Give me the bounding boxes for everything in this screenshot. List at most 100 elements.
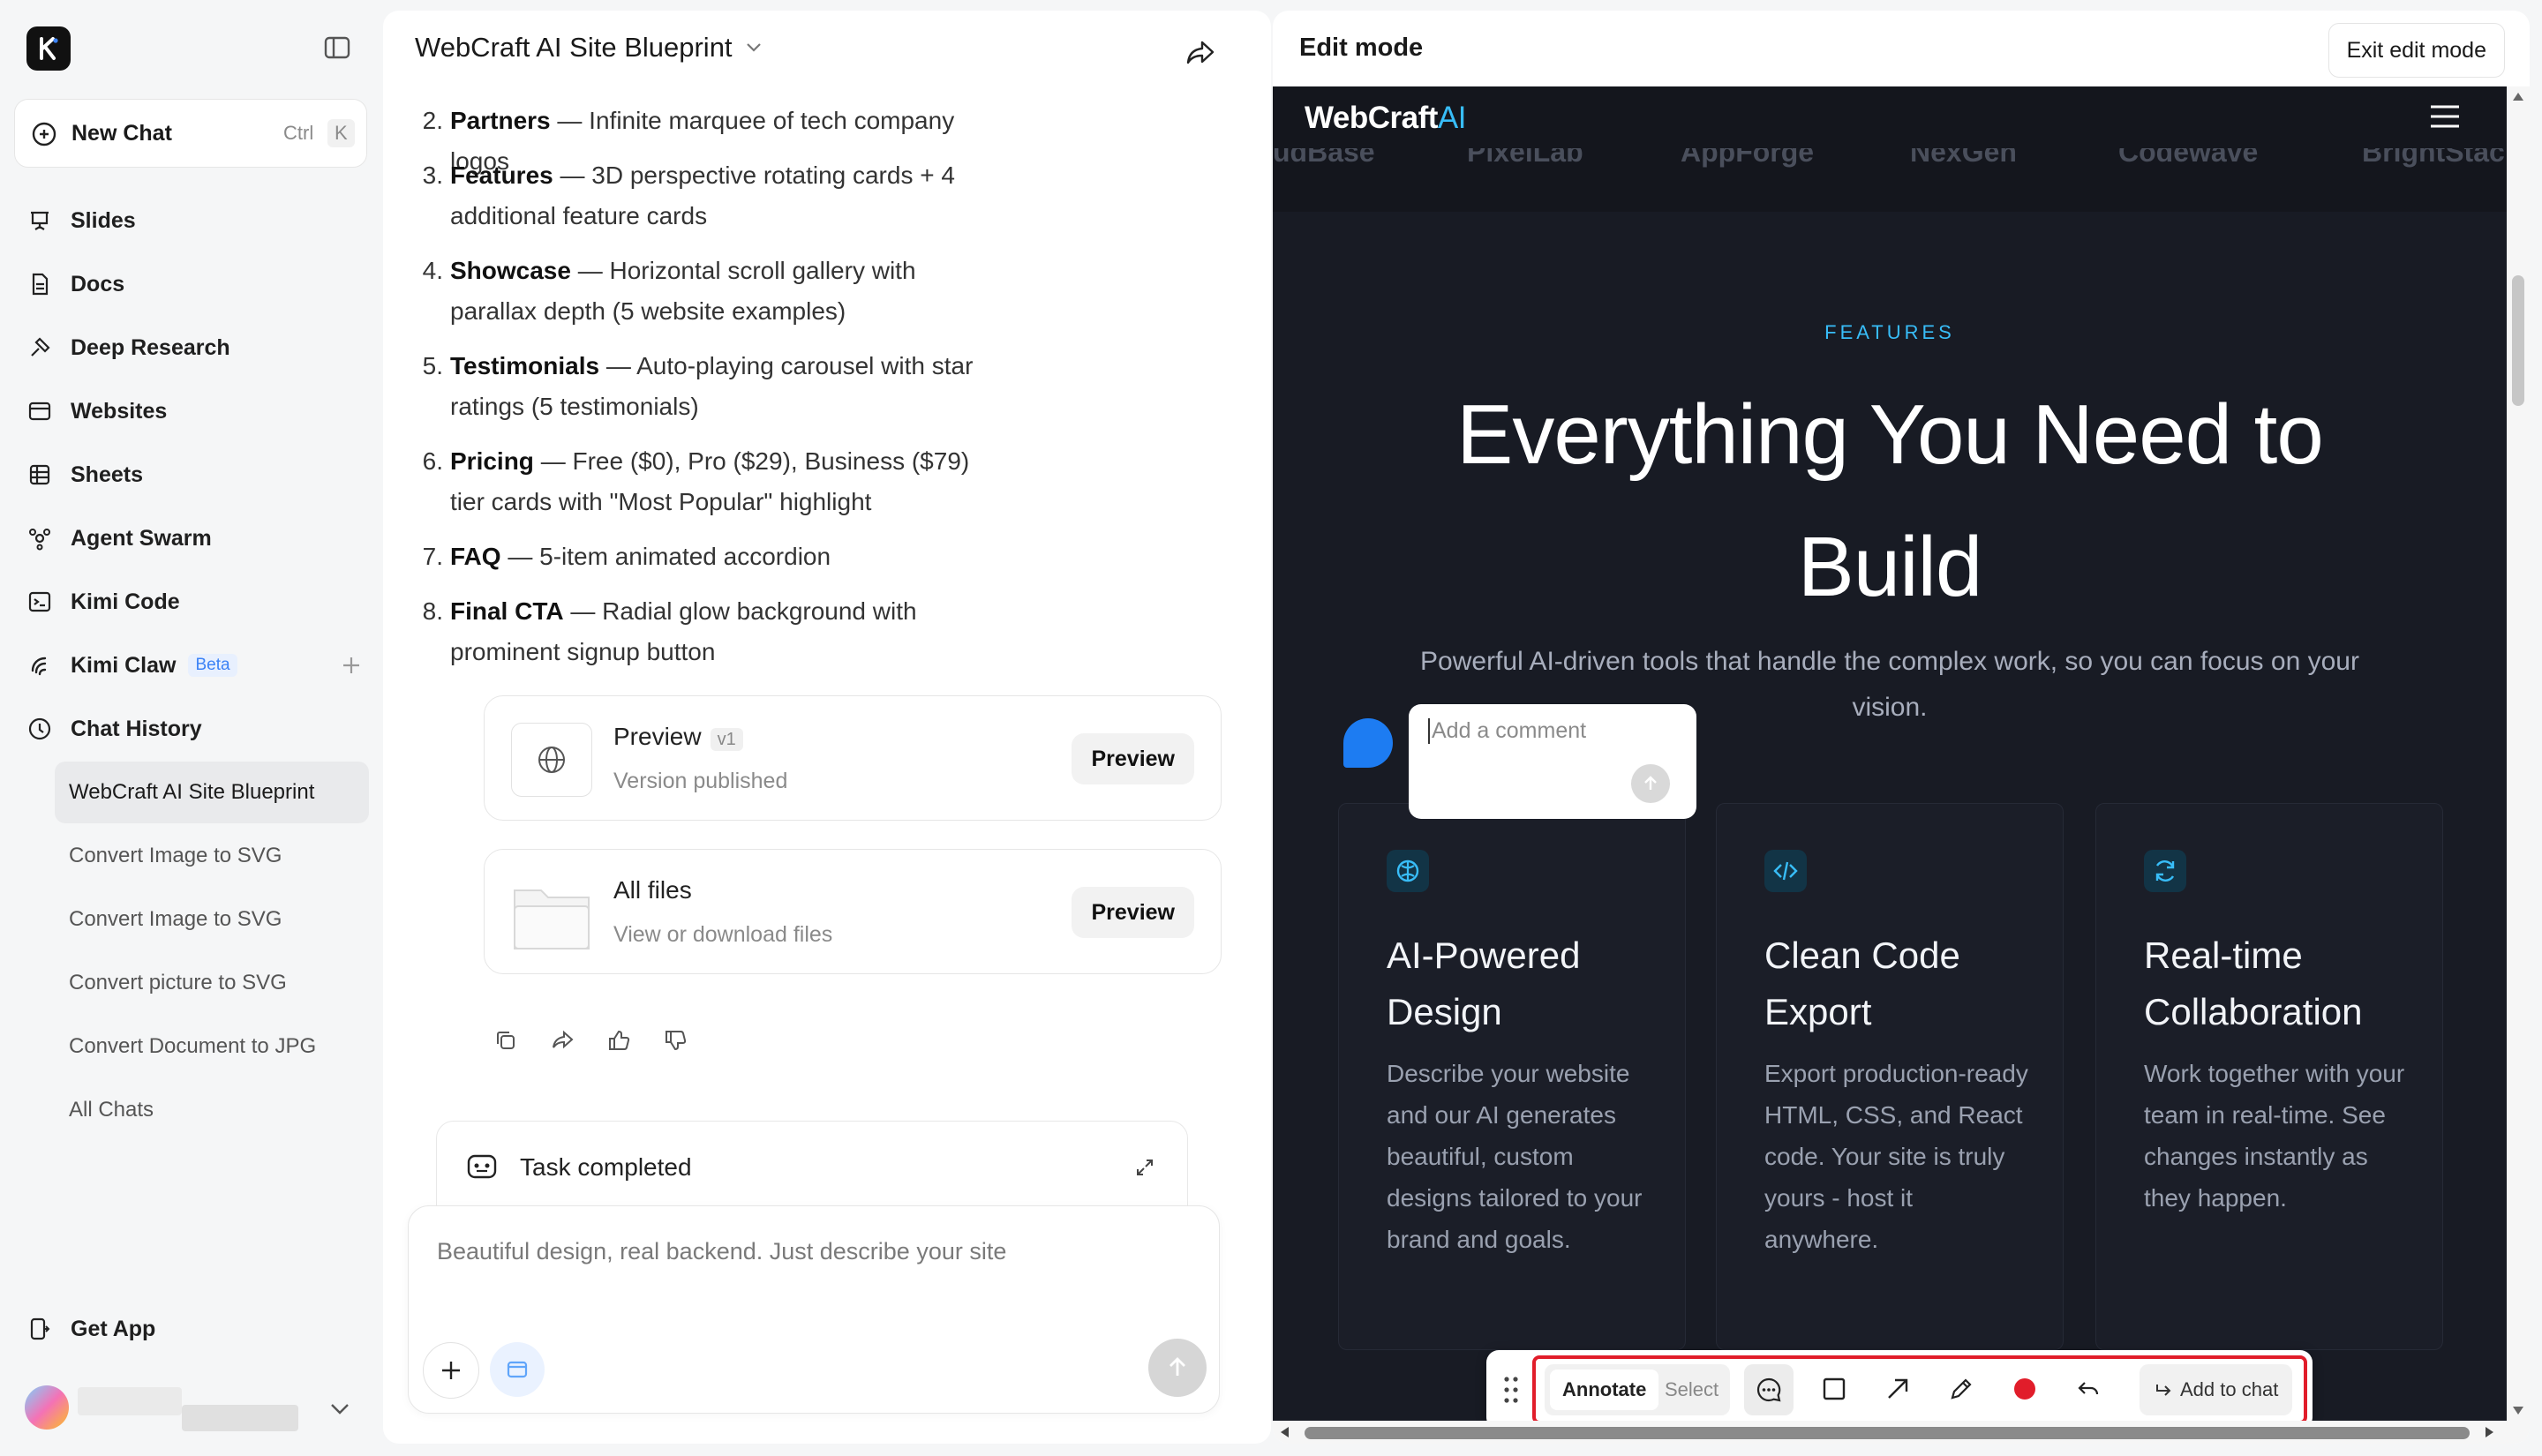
feature-title: AI-Powered Design: [1387, 934, 1581, 1032]
share-icon[interactable]: [551, 1029, 574, 1052]
all-chats-link[interactable]: All Chats: [55, 1079, 369, 1141]
feature-card[interactable]: Clean Code Export Export production-read…: [1716, 803, 2064, 1350]
share-icon[interactable]: [1185, 37, 1216, 69]
site-preview[interactable]: WebCraftAI udBase PixelLab AppForge NexG…: [1273, 86, 2507, 1421]
sidebar-item-slides[interactable]: Slides: [26, 203, 136, 238]
history-item[interactable]: Convert Document to JPG: [55, 1016, 369, 1077]
exit-edit-mode-button[interactable]: Exit edit mode: [2328, 23, 2505, 78]
feature-title: Real-time Collaboration: [2144, 934, 2363, 1032]
sidebar-item-label: Kimi Code: [71, 589, 180, 614]
annotate-tab[interactable]: Annotate: [1550, 1370, 1659, 1410]
comment-box[interactable]: Add a comment: [1409, 704, 1696, 819]
globe-icon: [511, 723, 592, 797]
scroll-down-icon: [2511, 1405, 2525, 1417]
task-status-bar[interactable]: Task completed: [436, 1121, 1188, 1218]
sidebar-item-chat-history[interactable]: Chat History: [26, 711, 202, 747]
drag-handle-icon[interactable]: [1502, 1375, 1520, 1405]
pen-tool-icon[interactable]: [1942, 1370, 1981, 1408]
arrow-tool-icon[interactable]: [1878, 1370, 1917, 1408]
preview-card-title: Preview v1: [613, 723, 743, 751]
preview-card[interactable]: Preview v1 Version published Preview: [484, 695, 1222, 821]
sidebar-item-label: Sheets: [71, 462, 143, 487]
partner-logo: AppForge: [1681, 148, 1815, 168]
feature-card[interactable]: Real-time Collaboration Work together wi…: [2095, 803, 2443, 1350]
sidebar-item-kimi-claw[interactable]: Kimi Claw Beta: [26, 648, 359, 683]
task-status-label: Task completed: [520, 1153, 692, 1181]
list-item: 3. Features — 3D perspective rotating car…: [422, 161, 955, 229]
scroll-thumb[interactable]: [2512, 275, 2524, 406]
website-mode-toggle[interactable]: [490, 1342, 545, 1397]
new-chat-button[interactable]: New Chat Ctrl K: [14, 99, 367, 168]
section-eyebrow: FEATURES: [1824, 321, 1955, 343]
partner-logo: NexGen: [1910, 148, 2017, 168]
files-card[interactable]: All files View or download files Preview: [484, 849, 1222, 974]
sidebar-item-sheets[interactable]: Sheets: [26, 457, 143, 492]
version-badge: v1: [710, 728, 743, 751]
preview-button[interactable]: Preview: [1072, 733, 1194, 784]
sync-icon: [2144, 850, 2186, 892]
sidebar-item-docs[interactable]: Docs: [26, 266, 124, 302]
comment-tool-icon[interactable]: [1744, 1364, 1794, 1415]
thumbs-down-icon[interactable]: [664, 1029, 687, 1052]
kimi-logo[interactable]: [26, 26, 71, 71]
chat-title: WebCraft AI Site Blueprint: [415, 32, 733, 63]
history-item[interactable]: Convert Image to SVG: [55, 825, 369, 887]
get-app-button[interactable]: Get App: [26, 1311, 155, 1347]
sidebar-item-label: Docs: [71, 271, 125, 296]
files-preview-button[interactable]: Preview: [1072, 887, 1194, 938]
avatar[interactable]: [25, 1385, 69, 1430]
sidebar-item-agent-swarm[interactable]: Agent Swarm: [26, 521, 212, 556]
site-brand[interactable]: WebCraftAI: [1305, 101, 1467, 136]
send-button[interactable]: [1148, 1339, 1207, 1397]
mode-switch: Annotate Select: [1545, 1364, 1730, 1415]
expand-icon[interactable]: [1134, 1157, 1155, 1178]
section-headline: Everything You Need to Build: [1456, 387, 2323, 614]
preview-card-subtitle: Version published: [613, 769, 788, 793]
history-item[interactable]: Convert Image to SVG: [55, 889, 369, 950]
sidebar-item-label: Kimi Claw: [71, 652, 177, 678]
chevron-down-icon[interactable]: [328, 1400, 351, 1417]
undo-icon[interactable]: [2069, 1370, 2108, 1408]
horizontal-scrollbar[interactable]: [1273, 1421, 2530, 1444]
sidebar-item-kimi-code[interactable]: Kimi Code: [26, 584, 180, 619]
add-to-chat-button[interactable]: Add to chat: [2140, 1364, 2293, 1415]
new-chat-icon: [31, 121, 57, 147]
comment-pin-icon[interactable]: [1343, 718, 1393, 768]
sidebar-item-deep-research[interactable]: Deep Research: [26, 330, 230, 365]
history-item[interactable]: WebCraft AI Site Blueprint: [55, 762, 369, 823]
slides-icon: [26, 207, 53, 234]
claw-icon: [26, 652, 53, 679]
beta-badge: Beta: [188, 654, 237, 677]
message-actions: [494, 1029, 687, 1052]
rectangle-tool-icon[interactable]: [1815, 1370, 1854, 1408]
chat-title-dropdown[interactable]: WebCraft AI Site Blueprint: [415, 32, 763, 64]
composer-input[interactable]: Beautiful design, real backend. Just des…: [437, 1238, 1006, 1265]
return-arrow-icon: [2156, 1385, 2171, 1396]
sidebar-item-label: Agent Swarm: [71, 525, 212, 551]
color-picker-icon[interactable]: [2005, 1370, 2044, 1408]
files-card-title: All files: [613, 876, 692, 904]
sidebar-toggle-icon[interactable]: [323, 34, 351, 62]
copy-icon[interactable]: [494, 1029, 517, 1052]
browser-icon: [507, 1361, 528, 1378]
add-icon[interactable]: [341, 655, 362, 676]
history-item[interactable]: Convert picture to SVG: [55, 952, 369, 1014]
deep-research-icon: [26, 334, 53, 361]
message-composer[interactable]: Beautiful design, real backend. Just des…: [408, 1205, 1220, 1414]
thumbs-up-icon[interactable]: [607, 1029, 630, 1052]
docs-icon: [26, 271, 53, 297]
comment-input[interactable]: Add a comment: [1428, 718, 1586, 744]
select-tab[interactable]: Select: [1665, 1370, 1718, 1410]
vertical-scrollbar[interactable]: [2507, 86, 2530, 1421]
clock-icon: [26, 716, 53, 742]
comment-send-button[interactable]: [1631, 764, 1670, 803]
sidebar-item-websites[interactable]: Websites: [26, 394, 167, 429]
feature-description: Describe your website and our AI generat…: [1387, 1060, 1643, 1253]
attach-plus-button[interactable]: [423, 1342, 479, 1399]
sidebar-item-label: Chat History: [71, 716, 202, 741]
feature-title: Clean Code Export: [1764, 934, 1960, 1032]
hamburger-menu-icon[interactable]: [2429, 102, 2461, 131]
feature-card[interactable]: AI-Powered Design Describe your website …: [1338, 803, 1686, 1350]
arrow-up-icon: [1169, 1357, 1185, 1376]
scroll-thumb[interactable]: [1305, 1427, 2470, 1439]
